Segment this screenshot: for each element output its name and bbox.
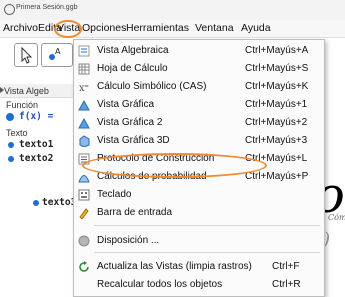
move-tool-button[interactable] bbox=[14, 43, 38, 67]
menu-item-label: Vista Gráfica 3D bbox=[97, 135, 170, 146]
algebra-view-icon bbox=[78, 45, 90, 57]
cursor-arrow-icon bbox=[21, 46, 33, 64]
menu-separator bbox=[94, 252, 320, 253]
menu-item-disposicion[interactable]: Disposición ... bbox=[74, 232, 324, 250]
svg-text:=: = bbox=[84, 83, 89, 90]
probability-icon bbox=[78, 175, 90, 183]
object-visibility-dot[interactable] bbox=[33, 200, 39, 206]
algebra-view-title: Vista Algeb bbox=[4, 86, 49, 96]
object-visibility-dot[interactable] bbox=[8, 142, 14, 148]
graphics-view-2-icon bbox=[78, 117, 90, 129]
menu-item-teclado[interactable]: Teclado bbox=[74, 186, 324, 204]
group-funcion: Función bbox=[6, 100, 39, 110]
menu-item-label: Hoja de Cálculo bbox=[97, 63, 168, 74]
menu-item-vista-algebraica[interactable]: Vista Algebraica Ctrl+Mayús+A bbox=[74, 42, 324, 60]
menu-ventana[interactable]: Ventana bbox=[195, 22, 234, 34]
menu-opciones[interactable]: Opciones bbox=[82, 22, 126, 34]
menu-item-shortcut: Ctrl+Mayús+S bbox=[245, 63, 309, 74]
geogebra-app-icon bbox=[4, 4, 15, 15]
group-texto: Texto bbox=[6, 128, 28, 138]
layout-icon bbox=[78, 235, 90, 247]
menu-item-calculo-simbolico[interactable]: x = Cálculo Simbólico (CAS) Ctrl+Mayús+K bbox=[74, 78, 324, 96]
input-bar-icon bbox=[79, 208, 89, 219]
menu-item-label: Cálculo Simbólico (CAS) bbox=[97, 81, 207, 92]
algebra-view-header[interactable]: Vista Algeb bbox=[0, 84, 73, 98]
graphics-view-icon bbox=[78, 99, 90, 111]
menu-separator bbox=[94, 225, 320, 226]
menu-item-recalcular[interactable]: Recalcular todos los objetos Ctrl+R bbox=[74, 276, 324, 294]
menu-item-label: Disposición ... bbox=[97, 235, 160, 246]
svg-text:A: A bbox=[55, 47, 61, 56]
menu-item-label: Actualiza las Vistas (limpia rastros) bbox=[97, 261, 252, 272]
menu-item-actualiza-vistas[interactable]: Actualiza las Vistas (limpia rastros) Ct… bbox=[74, 258, 324, 276]
menu-item-shortcut: Ctrl+Mayús+A bbox=[245, 45, 309, 56]
menu-item-label: Vista Algebraica bbox=[97, 45, 169, 56]
vista-grafica-2-highlight bbox=[82, 153, 267, 178]
menu-item-shortcut: Ctrl+Mayús+P bbox=[245, 171, 309, 182]
text-row[interactable]: texto2 bbox=[19, 153, 53, 164]
menu-item-label: Barra de entrada bbox=[97, 207, 173, 218]
graphics-small-text: Cómo bbox=[328, 213, 345, 222]
object-visibility-dot[interactable] bbox=[8, 156, 14, 162]
menu-item-shortcut: Ctrl+Mayús+1 bbox=[245, 99, 308, 110]
menu-item-label: Vista Gráfica bbox=[97, 99, 155, 110]
menu-item-barra-de-entrada[interactable]: Barra de entrada bbox=[74, 204, 324, 222]
graphics-3d-icon bbox=[79, 135, 90, 147]
function-row[interactable]: f(x) = bbox=[19, 111, 53, 122]
object-visibility-dot[interactable] bbox=[6, 113, 14, 121]
menu-herramientas[interactable]: Herramientas bbox=[126, 22, 189, 34]
menu-item-shortcut: Ctrl+R bbox=[272, 279, 301, 290]
menu-item-vista-grafica[interactable]: Vista Gráfica Ctrl+Mayús+1 bbox=[74, 96, 324, 114]
text-row[interactable]: texto1 bbox=[19, 139, 53, 150]
spreadsheet-icon bbox=[78, 63, 90, 75]
point-tool-button[interactable]: A bbox=[41, 43, 73, 67]
menu-item-label: Recalcular todos los objetos bbox=[97, 279, 223, 290]
menu-item-vista-grafica-2[interactable]: Vista Gráfica 2 Ctrl+Mayús+2 bbox=[74, 114, 324, 132]
title-bar: Primera Sesión.ggb bbox=[0, 0, 345, 20]
menu-archivo[interactable]: Archivo bbox=[3, 22, 38, 34]
window-title: Primera Sesión.ggb bbox=[16, 4, 78, 11]
menu-bar: Archivo Edita Vista Opciones Herramienta… bbox=[0, 20, 345, 38]
menu-ayuda[interactable]: Ayuda bbox=[241, 22, 271, 34]
keyboard-icon bbox=[78, 189, 90, 201]
menu-item-shortcut: Ctrl+Mayús+2 bbox=[245, 117, 308, 128]
cas-icon: x = bbox=[79, 83, 89, 93]
menu-item-hoja-de-calculo[interactable]: Hoja de Cálculo Ctrl+Mayús+S bbox=[74, 60, 324, 78]
text-row[interactable]: texto3 bbox=[42, 197, 76, 208]
point-icon: A bbox=[49, 47, 61, 60]
menu-item-label: Vista Gráfica 2 bbox=[97, 117, 163, 128]
menu-item-shortcut: Ctrl+F bbox=[272, 261, 300, 272]
menu-item-shortcut: Ctrl+Mayús+K bbox=[245, 81, 309, 92]
refresh-views-icon bbox=[79, 261, 89, 272]
menu-item-shortcut: Ctrl+Mayús+3 bbox=[245, 135, 308, 146]
menu-item-vista-grafica-3d[interactable]: Vista Gráfica 3D Ctrl+Mayús+3 bbox=[74, 132, 324, 150]
vista-menu-highlight bbox=[54, 20, 82, 38]
menu-item-label: Teclado bbox=[97, 189, 132, 200]
